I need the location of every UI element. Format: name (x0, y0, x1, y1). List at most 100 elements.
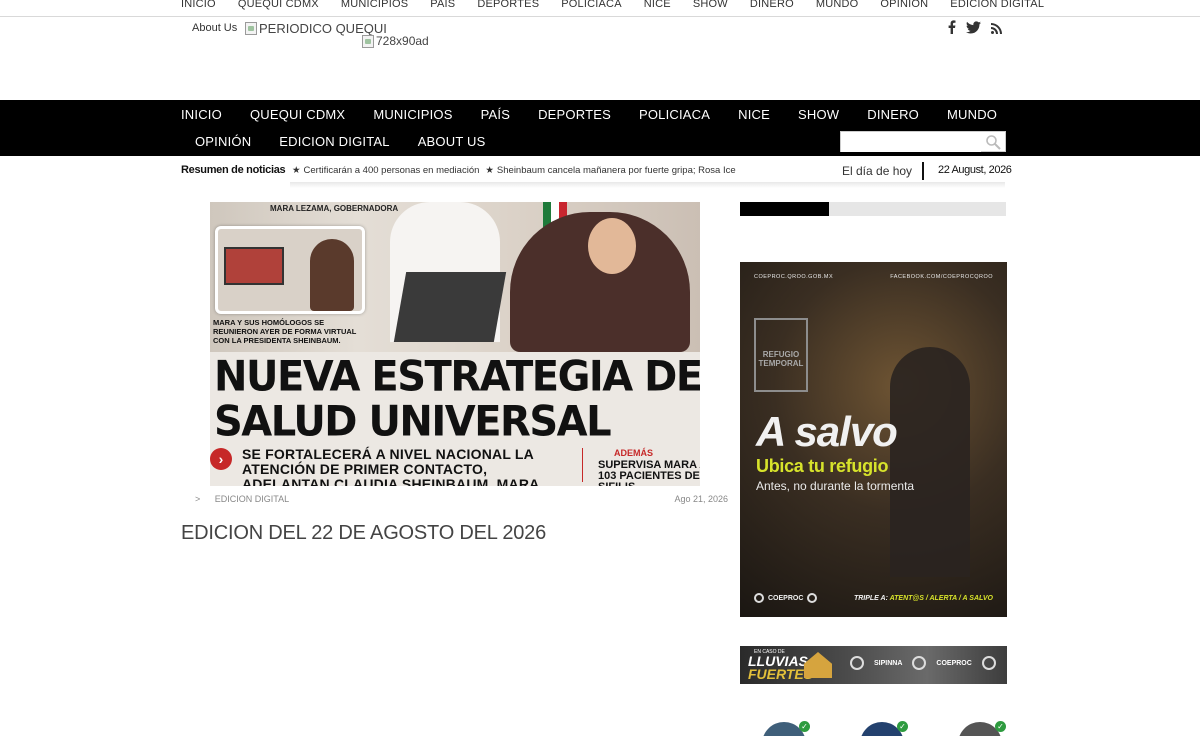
top-nav-item[interactable]: POLICIACA (561, 0, 622, 10)
ad-footer: COEPROC TRIPLE A: ATENT@S / ALERTA / A S… (754, 593, 993, 603)
ticker-item[interactable]: Sheinbaum cancela mañanera por fuerte gr… (497, 165, 736, 176)
chevron-right-icon: › (210, 448, 232, 470)
main-nav-item[interactable]: OPINIÓN (195, 134, 251, 149)
search-input[interactable] (841, 132, 981, 152)
verified-check-icon: ✓ (897, 721, 908, 732)
top-nav-item[interactable]: MUNDO (816, 0, 859, 10)
post-date: Ago 21, 2026 (674, 494, 728, 504)
ticker-item[interactable]: Certificarán a 400 personas en mediación (304, 165, 480, 176)
logo-icon (912, 656, 927, 670)
post-category[interactable]: EDICION DIGITAL (215, 494, 289, 504)
refugio-sign: REFUGIO TEMPORAL (754, 318, 808, 392)
about-us-link[interactable]: About Us (192, 22, 237, 34)
ademas-text: SUPERVISA MARA A 103 PACIENTES DE SIFILI… (598, 459, 700, 487)
cover-subheadline: SE FORTALECERÁ A NIVEL NACIONAL LA ATENC… (242, 446, 540, 487)
logo-icon (981, 656, 996, 670)
main-nav-item[interactable]: MUNDO (947, 107, 997, 122)
top-nav-item[interactable]: QUEQUI CDMX (238, 0, 319, 10)
ad-headline: A salvo (756, 408, 898, 455)
featured-image[interactable]: MARA LEZAMA, GOBERNADORA MARA Y SUS HOMÓ… (210, 202, 700, 486)
photo-face (588, 218, 636, 274)
main-nav-item[interactable]: PAÍS (481, 107, 510, 122)
facebook-icon[interactable] (947, 20, 956, 37)
top-nav-item[interactable]: PAIS (430, 0, 455, 10)
banner-logo-1: SIPINNA (874, 659, 903, 667)
ad-footer-prefix: TRIPLE A: (853, 594, 890, 602)
sidebar-ad[interactable]: COEPROC.QROO.GOB.MX FACEBOOK.COM/COEPROC… (740, 262, 1007, 617)
photo-inset (215, 226, 365, 314)
banner-line-2: FUERTES (748, 666, 814, 682)
ad-facebook: FACEBOOK.COM/COEPROCQROO (890, 274, 993, 280)
photo-laptop (393, 272, 507, 342)
sidebar-banner-ad[interactable]: EN CASO DE LLUVIAS FUERTES SIPINNA COEPRO… (740, 646, 1007, 684)
social-links (947, 20, 1002, 37)
ad-subheadline: Ubica tu refugio (756, 456, 889, 476)
photo-caption: MARA Y SUS HOMÓLOGOS SE REUNIERON AYER D… (213, 318, 363, 345)
sidebar-tab-active[interactable] (740, 202, 829, 216)
top-nav-item[interactable]: SHOW (693, 0, 728, 10)
avatar[interactable]: ✓ (958, 721, 1006, 736)
top-nav-item[interactable]: EDICION DIGITAL (950, 0, 1044, 10)
logo-icon (754, 593, 764, 603)
main-nav: INICIO QUEQUI CDMX MUNICIPIOS PAÍS DEPORTES P… (0, 100, 1200, 156)
photo-person-woman (510, 212, 690, 352)
header-ad[interactable]: 728x90ad (362, 34, 429, 48)
ad-footer-logo: COEPROC (768, 594, 804, 602)
twitter-icon[interactable] (966, 20, 981, 37)
top-nav-list: INICIO QUEQUI CDMX MUNICIPIOS PAIS DEPORTES P… (181, 0, 1066, 10)
main-nav-item[interactable]: SHOW (798, 107, 839, 122)
banner-logo-2: COEPROC (936, 659, 972, 667)
ad-tagline: Antes, no durante la tormenta (756, 479, 915, 493)
top-nav-item[interactable]: INICIO (181, 0, 216, 10)
avatar[interactable]: ✓ (762, 721, 810, 736)
main-nav-item[interactable]: DEPORTES (538, 107, 611, 122)
main-nav-item[interactable]: POLICIACA (639, 107, 710, 122)
header-ad-alt-text: 728x90ad (376, 34, 429, 48)
banner-title: LLUVIAS FUERTES (748, 654, 814, 682)
top-nav-item[interactable]: OPINION (880, 0, 928, 10)
broken-image-icon (245, 22, 257, 35)
ad-website: COEPROC.QROO.GOB.MX (754, 274, 834, 280)
star-icon: ★ (292, 165, 301, 176)
inset-person (310, 239, 354, 311)
ademas-label: ADEMÁS (614, 448, 654, 458)
logo-icon (807, 593, 818, 603)
ad-footer-highlight: ATENT@S / ALERTA / A SALVO (889, 594, 993, 602)
top-nav: INICIO QUEQUI CDMX MUNICIPIOS PAIS DEPORTES P… (0, 0, 1200, 17)
logo-icon (850, 656, 864, 670)
post-title[interactable]: EDICION DEL 22 DE AGOSTO DEL 2026 (181, 522, 546, 545)
main-nav-item[interactable]: DINERO (867, 107, 919, 122)
main-nav-item[interactable]: MUNICIPIOS (373, 107, 452, 122)
current-date: 22 August, 2026 (938, 164, 1012, 176)
sidebar-tab-bar (740, 202, 1006, 216)
ticker-items: ★ Certificarán a 400 personas en mediació… (292, 165, 736, 176)
top-nav-item[interactable]: MUNICIPIOS (341, 0, 408, 10)
post-meta: > EDICION DIGITAL Ago 21, 2026 (195, 494, 728, 504)
inset-screen (224, 247, 284, 285)
ticker-label: Resumen de noticias (181, 164, 286, 176)
top-nav-item[interactable]: DEPORTES (477, 0, 539, 10)
main-nav-item[interactable]: NICE (738, 107, 770, 122)
verified-check-icon: ✓ (799, 721, 810, 732)
avatar[interactable]: ✓ (860, 721, 908, 736)
rss-icon[interactable] (991, 21, 1002, 37)
main-nav-row-2: OPINIÓN EDICION DIGITAL ABOUT US (195, 134, 514, 149)
top-nav-item[interactable]: NICE (644, 0, 671, 10)
verified-check-icon: ✓ (995, 721, 1006, 732)
main-nav-item[interactable]: EDICION DIGITAL (279, 134, 389, 149)
ad-footer-text: TRIPLE A: ATENT@S / ALERTA / A SALVO (854, 595, 993, 602)
main-nav-item[interactable]: ABOUT US (418, 134, 486, 149)
today-label: El día de hoy (842, 164, 913, 178)
main-nav-row-1: INICIO QUEQUI CDMX MUNICIPIOS PAÍS DEPORTES P… (181, 107, 1025, 122)
star-icon: ★ (485, 165, 494, 176)
top-nav-item[interactable]: DINERO (750, 0, 794, 10)
ticker-shadow (290, 182, 1005, 188)
banner-logos: SIPINNA COEPROC (850, 656, 996, 670)
sidebar-avatars: ✓ ✓ ✓ (762, 721, 1006, 736)
meta-separator: > (195, 494, 201, 504)
ad-figures (890, 347, 970, 577)
ticker-divider (922, 162, 924, 180)
main-nav-item[interactable]: QUEQUI CDMX (250, 107, 345, 122)
main-nav-item[interactable]: INICIO (181, 107, 222, 122)
search-icon[interactable] (985, 134, 1001, 150)
